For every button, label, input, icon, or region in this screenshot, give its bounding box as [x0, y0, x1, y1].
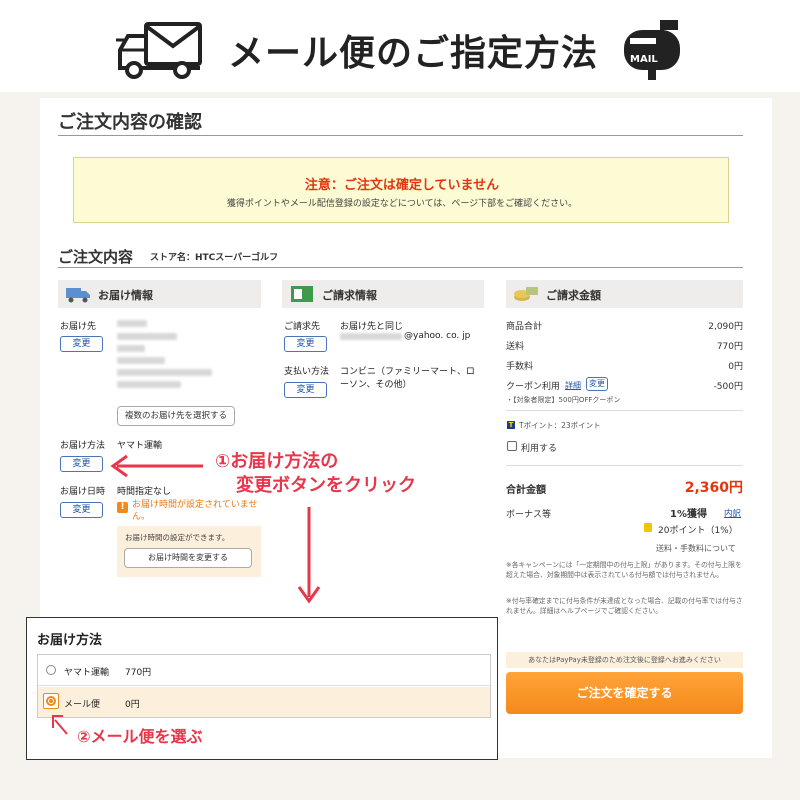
warning-icon: !: [117, 502, 128, 513]
total-value: 2,360円: [684, 480, 743, 496]
blurred-address: [117, 381, 181, 388]
delivery-datetime-change-button[interactable]: 変更: [60, 502, 103, 518]
payment-method-value: コンビニ（ファミリーマート、ロ: [340, 367, 475, 377]
subtotal-value: 2,090円: [708, 322, 743, 332]
use-points-label: 利用する: [521, 444, 558, 454]
billing-info-header: ご請求情報: [282, 280, 484, 308]
delivery-options-list: ヤマト運輸 770円 メール便 0円: [37, 654, 491, 718]
payment-change-button[interactable]: 変更: [284, 382, 327, 398]
option-name: ヤマト運輸: [64, 668, 110, 678]
total-label: 合計金額: [506, 485, 546, 496]
fee-label: 手数料: [506, 362, 534, 372]
fee-value: 0円: [728, 362, 743, 372]
step1-annotation-line2: 変更ボタンをクリック: [236, 475, 416, 496]
paypay-bonus-icon: [644, 523, 652, 532]
blurred-email: [340, 333, 402, 340]
step1-annotation-line1: ①お届け方法の: [215, 451, 339, 472]
delivery-datetime-label: お届け日時: [60, 487, 106, 497]
order-title: ご注文内容: [58, 248, 134, 266]
delivery-time-note: お届け時間の設定ができます。: [125, 533, 230, 542]
page-title: ご注文内容の確認: [58, 112, 202, 133]
coupon-detail-link[interactable]: 詳細: [565, 380, 581, 391]
bonus-points: 20ポイント（1%）: [658, 526, 738, 536]
arrow-down-icon: [297, 507, 321, 604]
amount-title: ご請求金額: [546, 289, 601, 302]
amount-header: ご請求金額: [506, 280, 743, 308]
delivery-datetime-value: 時間指定なし: [117, 487, 172, 497]
divider: [58, 267, 743, 268]
recipient-change-button[interactable]: 変更: [60, 336, 103, 352]
campaign-note-2: ※付与率確定までに付与条件が未達成となった場合、記載の付与率では付与されません。…: [506, 597, 743, 615]
payment-method-value-cont: ーソン、その他）: [340, 380, 412, 390]
delivery-option-mail[interactable]: メール便 0円: [38, 687, 490, 717]
billing-info-title: ご請求情報: [322, 289, 377, 302]
select-multiple-addresses-button[interactable]: 複数のお届け先を選択する: [117, 406, 235, 426]
divider: [58, 135, 743, 136]
billto-email: @yahoo. co. jp: [404, 331, 471, 341]
delivery-method-value: ヤマト運輸: [117, 441, 163, 451]
notice-box: 注意：ご注文は確定していません 獲得ポイントやメール配信登録の設定などについては…: [73, 157, 729, 223]
arrow-left-icon: [110, 454, 203, 478]
payment-method-label: 支払い方法: [284, 367, 330, 377]
svg-text:MAIL: MAIL: [630, 54, 658, 65]
recipient-label: お届け先: [60, 322, 97, 332]
subtotal-label: 商品合計: [506, 322, 543, 332]
truck-icon: [66, 288, 90, 303]
use-points-checkbox[interactable]: [507, 441, 517, 451]
delivery-info-header: お届け情報: [58, 280, 261, 308]
delivery-truck-mail-icon: [116, 22, 202, 79]
bonus-label: ボーナス等: [506, 510, 552, 520]
coupon-change-button[interactable]: 変更: [586, 377, 608, 391]
coins-icon: [514, 287, 538, 301]
blurred-address: [117, 345, 145, 352]
yamato-radio[interactable]: [46, 665, 56, 675]
shipping-label: 送料: [506, 342, 525, 352]
tpoint-icon: T: [507, 421, 515, 429]
coupon-value: -500円: [713, 382, 743, 392]
delivery-time-box: お届け時間の設定ができます。 お届け時間を変更する: [117, 526, 261, 577]
delivery-method-label: お届け方法: [60, 441, 106, 451]
blurred-address: [117, 320, 147, 327]
campaign-note-1: ※各キャンペーンには「一定期間中の付与上限」があります。その付与上限を超えた場合…: [506, 561, 742, 579]
change-delivery-time-button[interactable]: お届け時間を変更する: [124, 548, 252, 568]
blurred-address: [117, 333, 177, 340]
notice-subtitle: 獲得ポイントやメール配信登録の設定などについては、ページ下部をご確認ください。: [226, 199, 578, 209]
bonus-rate: 1%獲得: [670, 509, 707, 520]
billto-value: お届け先と同じ: [340, 322, 404, 332]
coupon-label: クーポン利用: [506, 382, 561, 392]
banner-title: メール便のご指定方法: [228, 33, 599, 74]
option-price: 770円: [125, 668, 152, 678]
arrow-up-left-icon: [52, 715, 68, 735]
card-icon: [291, 286, 313, 302]
store-name: ストア名：HTCスーパーゴルフ: [150, 253, 279, 263]
popup-title: お届け方法: [37, 633, 103, 648]
confirm-order-button[interactable]: ご注文を確定する: [506, 672, 743, 714]
delivery-info-title: お届け情報: [98, 289, 153, 302]
billto-label: ご請求先: [284, 322, 321, 332]
option-price: 0円: [125, 700, 140, 710]
billto-change-button[interactable]: 変更: [284, 336, 327, 352]
bonus-fee-note[interactable]: 送料・手数料について: [656, 543, 736, 554]
tpoint-text: Tポイント：23ポイント: [519, 421, 601, 430]
delivery-option-yamato[interactable]: ヤマト運輸 770円: [38, 655, 490, 686]
mail-radio[interactable]: [46, 696, 56, 706]
option-name: メール便: [64, 700, 101, 710]
coupon-note: ・【対象者限定】500円OFFクーポン: [506, 396, 621, 404]
delivery-time-warning: お届け時間が設定されていません。: [132, 500, 258, 522]
shipping-value: 770円: [716, 342, 743, 352]
notice-title: 注意：ご注文は確定していません: [304, 178, 500, 193]
blurred-address: [117, 369, 212, 376]
bonus-detail-link[interactable]: 内訳: [724, 507, 741, 519]
delivery-method-popup: お届け方法 ヤマト運輸 770円 メール便 0円 ②メール便を選ぶ: [26, 617, 498, 760]
blurred-address: [117, 357, 165, 364]
divider: [506, 465, 743, 466]
divider: [506, 410, 743, 411]
delivery-method-change-button[interactable]: 変更: [60, 456, 103, 472]
step2-annotation: ②メール便を選ぶ: [77, 727, 203, 746]
paypay-note: あなたはPayPay未登録のため注文後に登録へお進みください: [506, 652, 743, 668]
mailbox-icon: MAIL: [624, 20, 680, 80]
